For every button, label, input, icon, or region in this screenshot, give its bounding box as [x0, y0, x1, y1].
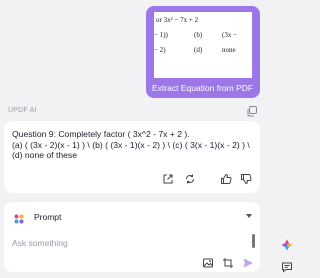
copy-icon[interactable] [246, 104, 258, 117]
thumbnail-line: (d) [194, 46, 203, 54]
ai-response-line: (a) ( (3x - 2)(x - 1) ) \ (b) ( (3x - 1)… [12, 139, 250, 150]
open-external-icon[interactable] [162, 172, 174, 184]
user-message-caption: Extract Equation from PDF [152, 83, 254, 93]
send-icon[interactable] [242, 256, 254, 268]
thumbnail-line: − 1)) [154, 31, 168, 39]
thumbnail-line: or 3x² − 7x + 2 [156, 16, 199, 24]
thumbs-down-icon[interactable] [240, 172, 252, 185]
pdf-snippet-thumbnail[interactable]: or 3x² − 7x + 2 − 1)) (b) (3x − − 2) (d)… [154, 12, 252, 78]
ai-sender-label: UPDF AI [8, 107, 37, 114]
thumbnail-line: (b) [194, 31, 203, 39]
image-icon[interactable] [202, 256, 214, 268]
thumbnail-line: none [222, 46, 236, 54]
input-scrollbar[interactable] [252, 234, 255, 248]
thumbnail-line: (3x − [222, 31, 238, 39]
chat-area: or 3x² − 7x + 2 − 1)) (b) (3x − − 2) (d)… [0, 0, 270, 277]
ai-response-card: Question 9: Completely factor ( 3x^2 - 7… [4, 121, 260, 193]
prompt-mode-label[interactable]: Prompt [34, 212, 61, 222]
thumbnail-line: − 2) [154, 46, 166, 54]
right-sidebar [274, 0, 300, 277]
ai-response-line: (d) none of these [12, 150, 77, 160]
ai-response-text: Question 9: Completely factor ( 3x^2 - 7… [12, 129, 260, 161]
ai-response-line: Question 9: Completely factor ( 3x^2 - 7… [12, 129, 190, 139]
prompt-composer: Prompt [4, 202, 260, 272]
crop-icon[interactable] [222, 256, 234, 268]
ask-input[interactable] [12, 236, 242, 250]
prompt-grid-icon [14, 211, 24, 224]
thumbs-up-icon[interactable] [220, 172, 232, 184]
chat-icon[interactable] [281, 260, 293, 273]
regenerate-icon[interactable] [184, 172, 196, 184]
chevron-down-icon[interactable] [246, 214, 252, 218]
updf-ai-icon[interactable] [281, 238, 293, 251]
user-message-bubble: or 3x² − 7x + 2 − 1)) (b) (3x − − 2) (d)… [146, 6, 260, 98]
